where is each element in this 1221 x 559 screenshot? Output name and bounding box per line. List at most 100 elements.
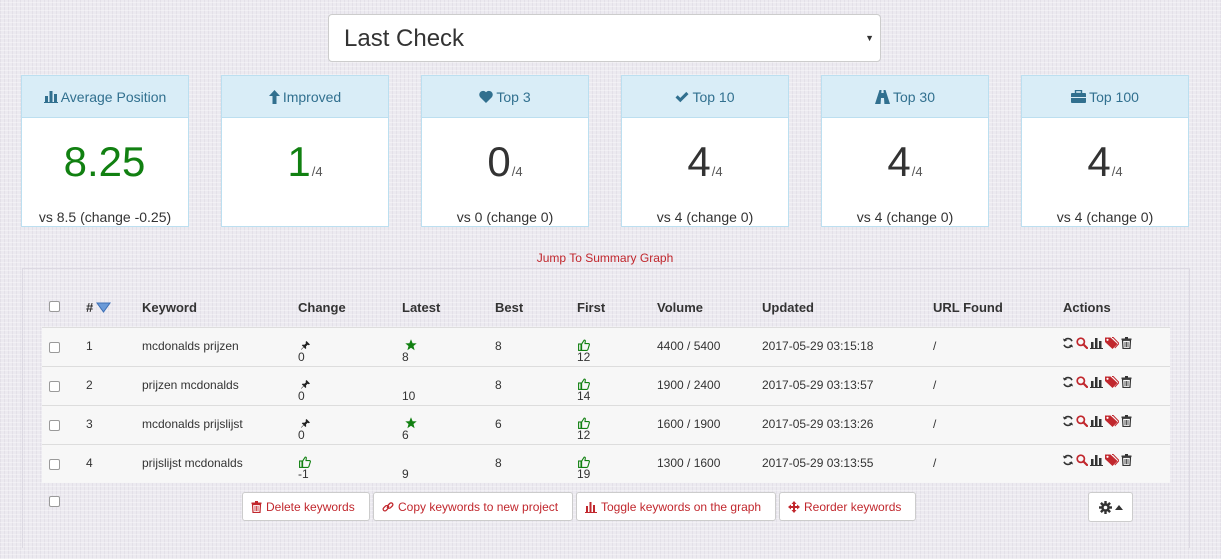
reorder-keywords-label: Reorder keywords (804, 499, 902, 514)
stat-card-header: Top 30 (822, 76, 988, 118)
search-icon[interactable] (1076, 376, 1088, 388)
search-icon[interactable] (1076, 337, 1088, 349)
row-first: 12 (577, 339, 590, 364)
search-icon[interactable] (1076, 415, 1088, 427)
table-row[interactable]: 2 prijzen mcdonalds 0 10 8 14 1900 / 240… (42, 366, 1170, 405)
tags-icon[interactable] (1105, 454, 1119, 466)
pin-icon (301, 419, 310, 428)
toggle-keywords-graph-button[interactable]: Toggle keywords on the graph (576, 492, 776, 521)
copy-keywords-button[interactable]: Copy keywords to new project (373, 492, 573, 521)
row-url-found[interactable]: / (933, 456, 936, 470)
stat-card-value: 4/4 (1022, 138, 1188, 196)
trash-icon[interactable] (1121, 415, 1132, 427)
row-checkbox[interactable] (49, 342, 60, 353)
stat-card-header: Top 100 (1022, 76, 1188, 118)
table-row[interactable]: 4 prijslijst mcdonalds -1 9 8 19 1300 / … (42, 444, 1170, 483)
chart-icon[interactable] (1090, 454, 1103, 466)
stat-card-label: Top 3 (496, 88, 531, 105)
check-icon (675, 91, 689, 103)
header-url-found[interactable]: URL Found (933, 300, 1003, 315)
header-latest[interactable]: Latest (402, 300, 440, 315)
chart-icon[interactable] (1090, 415, 1103, 427)
copy-keywords-label: Copy keywords to new project (398, 499, 559, 514)
row-actions (1062, 376, 1132, 388)
refresh-icon[interactable] (1062, 415, 1074, 427)
row-first: 19 (577, 456, 590, 481)
row-first-value: 12 (577, 428, 591, 442)
trash-icon[interactable] (1121, 454, 1132, 466)
refresh-icon[interactable] (1062, 337, 1074, 349)
search-icon[interactable] (1076, 454, 1088, 466)
row-change-value: 0 (298, 428, 305, 442)
stat-card-value: 1/4 (222, 138, 388, 196)
row-keyword[interactable]: mcdonalds prijzen (142, 339, 239, 353)
row-url-found[interactable]: / (933, 339, 936, 353)
header-num[interactable]: # (86, 300, 111, 315)
tags-icon[interactable] (1105, 376, 1119, 388)
row-keyword[interactable]: prijzen mcdonalds (142, 378, 239, 392)
row-keyword[interactable]: mcdonalds prijslijst (142, 417, 243, 431)
row-change-value: 0 (298, 389, 305, 403)
header-best[interactable]: Best (495, 300, 523, 315)
row-num: 2 (86, 378, 93, 392)
stat-card-comparison: vs 4 (change 0) (1056, 209, 1154, 225)
header-updated[interactable]: Updated (762, 300, 814, 315)
settings-dropdown-button[interactable] (1088, 492, 1133, 522)
row-checkbox[interactable] (49, 420, 60, 431)
row-actions (1062, 415, 1132, 427)
header-keyword[interactable]: Keyword (142, 300, 197, 315)
briefcase-icon (1071, 90, 1087, 103)
bar-chart-icon (585, 501, 597, 513)
row-change-value: -1 (298, 467, 309, 481)
jump-summary-graph-link[interactable]: Jump To Summary Graph (0, 251, 1210, 265)
row-change: 0 (298, 378, 310, 403)
toggle-keywords-label: Toggle keywords on the graph (601, 499, 762, 514)
row-change: -1 (298, 456, 311, 481)
refresh-icon[interactable] (1062, 454, 1074, 466)
row-first-value: 12 (577, 350, 591, 364)
tags-icon[interactable] (1105, 415, 1119, 427)
row-latest: 6 (402, 417, 417, 442)
stat-value: 4 (687, 138, 711, 185)
header-change[interactable]: Change (298, 300, 346, 315)
sort-down-icon[interactable] (96, 302, 111, 313)
table-row[interactable]: 1 mcdonalds prijzen 0 8 8 12 4400 / 5400… (42, 327, 1170, 366)
delete-keywords-button[interactable]: Delete keywords (242, 492, 370, 521)
stat-card-top-10: Top 10 4/4 vs 4 (change 0) (621, 75, 789, 227)
select-all-checkbox[interactable] (49, 301, 60, 312)
row-first: 14 (577, 378, 590, 403)
row-url-found[interactable]: / (933, 378, 936, 392)
stat-card-average-position: Average Position 8.25 vs 8.5 (change -0.… (21, 75, 189, 227)
table-row[interactable]: 3 mcdonalds prijslijst 0 6 6 12 1600 / 1… (42, 405, 1170, 444)
row-checkbox[interactable] (49, 459, 60, 470)
row-checkbox[interactable] (49, 381, 60, 392)
row-change-value: 0 (298, 350, 305, 364)
stat-card-comparison: vs 4 (change 0) (656, 209, 754, 225)
bar-chart-icon (43, 90, 58, 103)
row-actions (1062, 454, 1132, 466)
stat-value: 1 (287, 138, 311, 185)
row-first-value: 14 (577, 389, 591, 403)
refresh-icon[interactable] (1062, 376, 1074, 388)
period-select[interactable]: Last Check ▼ (328, 14, 881, 62)
select-all-bottom-checkbox[interactable] (49, 496, 60, 507)
trash-icon[interactable] (1121, 376, 1132, 388)
header-first[interactable]: First (577, 300, 605, 315)
row-url-found[interactable]: / (933, 417, 936, 431)
stat-of: /4 (511, 164, 523, 179)
row-volume: 1600 / 1900 (657, 417, 721, 431)
trash-icon[interactable] (1121, 337, 1132, 349)
row-updated: 2017-05-29 03:15:18 (762, 339, 874, 353)
chart-icon[interactable] (1090, 337, 1103, 349)
row-latest: 8 (402, 339, 417, 364)
stat-card-header: Top 10 (622, 76, 788, 118)
stat-card-comparison: vs 4 (change 0) (856, 209, 954, 225)
trash-icon (251, 500, 262, 513)
chart-icon[interactable] (1090, 376, 1103, 388)
stat-of: /4 (911, 164, 923, 179)
chevron-down-icon: ▼ (865, 33, 874, 43)
header-volume[interactable]: Volume (657, 300, 703, 315)
tags-icon[interactable] (1105, 337, 1119, 349)
row-keyword[interactable]: prijslijst mcdonalds (142, 456, 243, 470)
reorder-keywords-button[interactable]: Reorder keywords (779, 492, 916, 521)
